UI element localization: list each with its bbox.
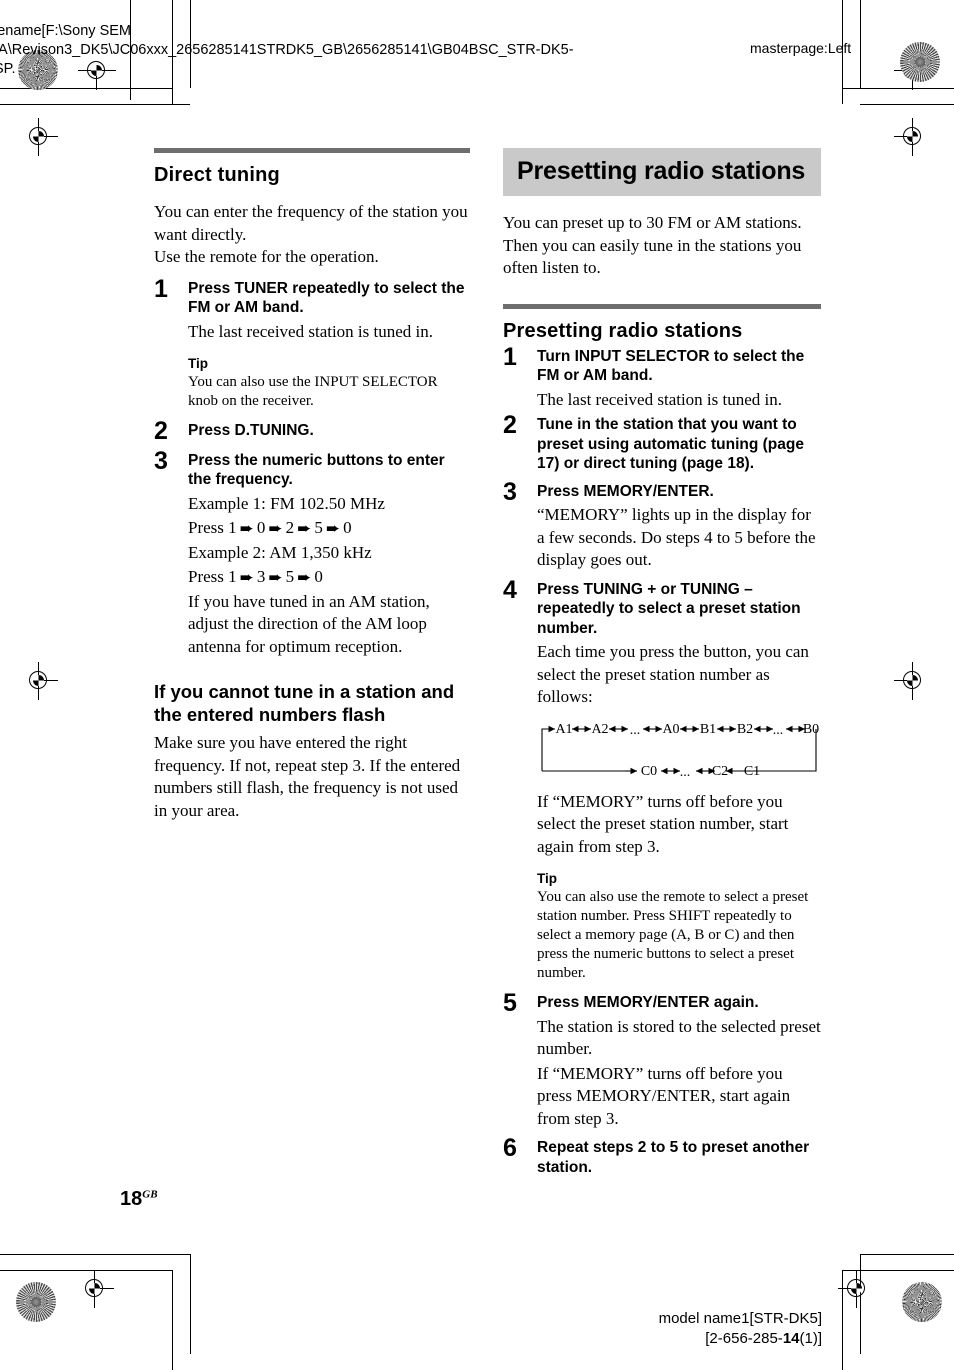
step-number: 4: [503, 575, 517, 604]
page-number: 18: [120, 1188, 143, 1210]
arrow-icon: ➨: [325, 519, 341, 538]
step-body-example-2: Example 2: AM 1,350 kHz: [188, 542, 372, 562]
step-title: Tune in the station that you want to pre…: [537, 416, 804, 472]
press-key: 5: [285, 567, 295, 586]
intro-paragraph: You can enter the frequency of the stati…: [154, 201, 470, 269]
cycle-node-label: C2: [712, 764, 728, 779]
tip-block: Tip You can also use the remote to selec…: [537, 870, 821, 983]
step-item: 1 Turn INPUT SELECTOR to select the FM o…: [503, 343, 821, 412]
press-key: 0: [314, 567, 323, 586]
cycle-node-label: ...: [630, 723, 641, 738]
press-prefix: Press: [188, 518, 224, 537]
step-title: Press the numeric buttons to enter the f…: [188, 451, 445, 489]
step-item: 1 Press TUNER repeatedly to select the F…: [154, 275, 470, 412]
press-key: 1: [228, 567, 237, 586]
section-heading-direct-tuning: Direct tuning: [154, 164, 280, 186]
step-item: 4 Press TUNING + or TUNING – repeatedly …: [503, 576, 821, 984]
preset-cycle-svg: A1 A2 ... A0 B1 B2 ... B0 C0 ... C2 C1: [541, 722, 819, 779]
step-item: 2 Press D.TUNING.: [154, 417, 470, 445]
cycle-node-label: ...: [680, 765, 691, 779]
cycle-node-label: A2: [591, 722, 608, 737]
press-key: 0: [256, 518, 266, 537]
cycle-node-label: A0: [662, 722, 679, 737]
step-body: “MEMORY” lights up in the display for a …: [537, 505, 816, 569]
cycle-node-label: A1: [555, 722, 572, 737]
tip-text: You can also use the remote to select a …: [537, 889, 809, 981]
step-title: Press TUNING + or TUNING – repeatedly to…: [537, 580, 801, 637]
manual-page: Direct tuning You can enter the frequenc…: [0, 0, 954, 1364]
intro-line-2: Use the remote for the operation.: [154, 247, 379, 266]
press-key: 5: [314, 518, 323, 537]
cycle-node-label: B2: [737, 722, 753, 737]
step-number: 1: [503, 342, 517, 371]
tip-label: Tip: [537, 871, 557, 886]
arrow-icon: ➨: [239, 519, 254, 538]
step-title: Repeat steps 2 to 5 to preset another st…: [537, 1139, 810, 1176]
page-folio: 18GB: [120, 1188, 158, 1211]
subsection-body: Make sure you have entered the right fre…: [154, 733, 461, 820]
step-title: Press MEMORY/ENTER.: [537, 482, 714, 500]
press-sequence-2: Press 1 ➨ 3 ➨ 5 ➨ 0: [188, 566, 470, 589]
step-body-am-note: If you have tuned in an AM station, adju…: [188, 591, 430, 656]
arrow-icon: ➨: [239, 568, 254, 587]
step-number: 5: [503, 989, 517, 1017]
cycle-node-label: C0: [641, 764, 657, 779]
arrow-icon: ➨: [297, 568, 312, 587]
step-item: 2 Tune in the station that you want to p…: [503, 411, 821, 474]
left-column: Direct tuning You can enter the frequenc…: [154, 148, 470, 832]
press-key: 3: [256, 567, 266, 586]
step-title: Press TUNER repeatedly to select the FM …: [188, 279, 465, 317]
step-item: 6 Repeat steps 2 to 5 to preset another …: [503, 1134, 821, 1177]
step-body: The last received station is tuned in.: [537, 389, 783, 409]
preset-cycle-diagram: A1 A2 ... A0 B1 B2 ... B0 C0 ... C2 C1: [537, 719, 821, 779]
press-key: 1: [228, 518, 237, 537]
section-rule: [154, 148, 470, 153]
cycle-node-label: B1: [700, 722, 716, 737]
section-heading-presetting: Presetting radio stations: [503, 319, 743, 342]
step-title: Press MEMORY/ENTER again.: [537, 994, 759, 1011]
chapter-title: Presetting radio stations: [517, 157, 806, 185]
step-number: 2: [503, 411, 517, 439]
step-number: 3: [503, 477, 517, 506]
chapter-intro: You can preset up to 30 FM or AM station…: [503, 213, 802, 277]
step-item: 3 Press the numeric buttons to enter the…: [154, 447, 470, 659]
press-sequence-1: Press 1 ➨ 0 ➨ 2 ➨ 5 ➨ 0: [188, 517, 470, 540]
arrow-icon: ➨: [268, 519, 283, 538]
press-prefix: Press: [188, 567, 224, 586]
step-title: Press D.TUNING.: [188, 422, 314, 439]
step-number: 2: [154, 417, 168, 445]
step-number: 3: [154, 446, 168, 475]
step-body: If “MEMORY” turns off before you press M…: [537, 1063, 791, 1128]
step-body: The station is stored to the selected pr…: [537, 1016, 821, 1059]
cycle-node-label: C1: [744, 764, 760, 779]
step-body: The last received station is tuned in.: [188, 321, 434, 341]
step-number: 1: [154, 274, 168, 303]
arrow-icon: ➨: [297, 519, 312, 538]
chapter-banner: Presetting radio stations: [503, 148, 821, 196]
step-body-example-1: Example 1: FM 102.50 MHz: [188, 493, 385, 513]
press-key: 0: [343, 518, 352, 537]
section-rule: [503, 303, 821, 309]
step-title: Turn INPUT SELECTOR to select the FM or …: [537, 347, 805, 385]
intro-line-1: You can enter the frequency of the stati…: [154, 202, 468, 244]
cycle-node-label: B0: [803, 722, 819, 737]
page-region-suffix: GB: [142, 1188, 158, 1201]
step-item: 5 Press MEMORY/ENTER again. The station …: [503, 989, 821, 1130]
tip-text: You can also use the INPUT SELECTOR knob…: [188, 374, 438, 409]
step-number: 6: [503, 1134, 517, 1162]
right-column: Presetting radio stations You can preset…: [503, 148, 821, 1181]
step-item: 3 Press MEMORY/ENTER. “MEMORY” lights up…: [503, 478, 821, 572]
arrow-icon: ➨: [268, 568, 283, 587]
cycle-node-label: ...: [773, 723, 784, 738]
subsection-heading: If you cannot tune in a station and the …: [154, 681, 455, 725]
step-body: Each time you press the button, you can …: [537, 642, 809, 706]
tip-label: Tip: [188, 356, 208, 371]
tip-block: Tip You can also use the INPUT SELECTOR …: [188, 355, 470, 411]
step-body-after-diagram: If “MEMORY” turns off before you select …: [537, 791, 789, 856]
press-key: 2: [285, 518, 295, 537]
